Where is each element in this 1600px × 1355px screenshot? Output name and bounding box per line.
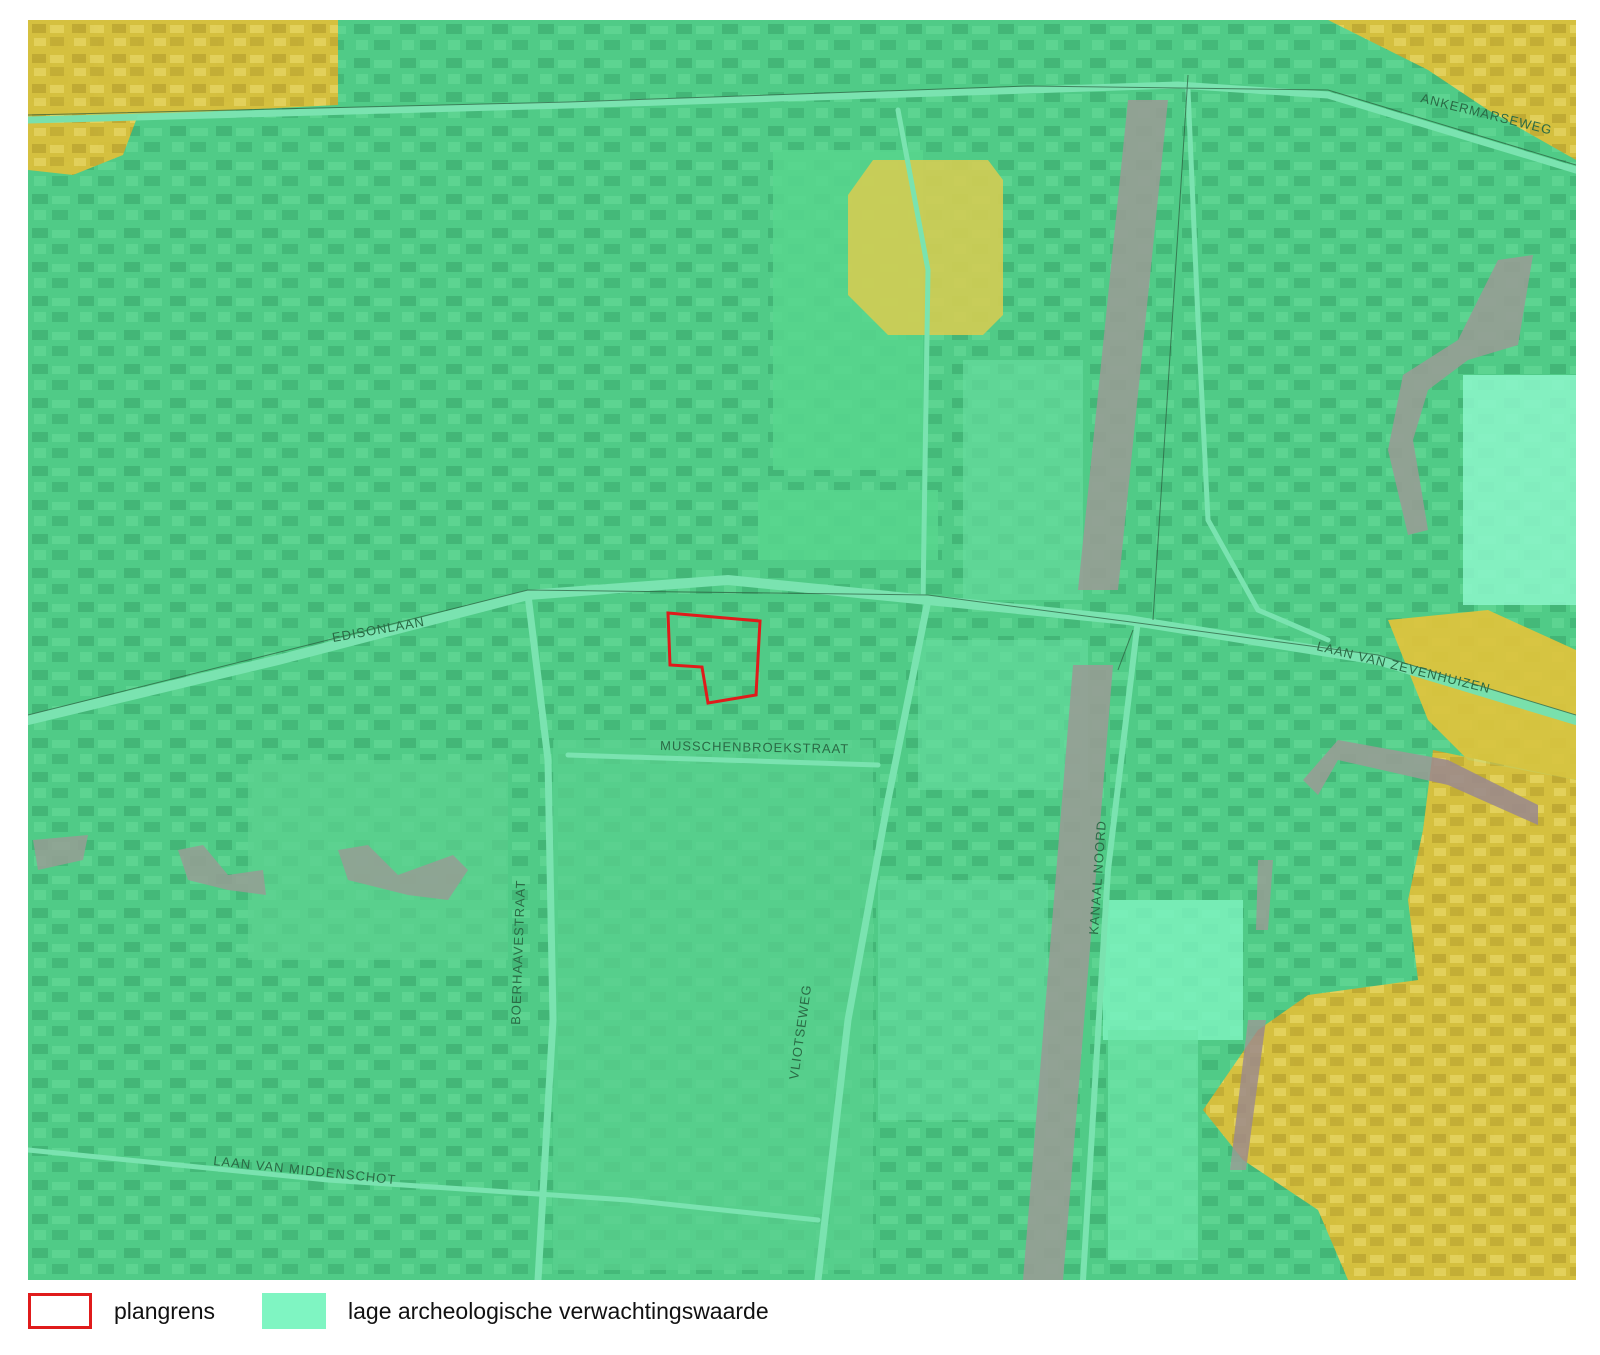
map-canvas: ANKERMARSEWEG EDISONLAAN LAAN VAN ZEVENH… — [28, 20, 1576, 1280]
legend-swatch-low-expectation — [262, 1293, 326, 1329]
legend-label-plangrens: plangrens — [114, 1298, 216, 1324]
legend-label-low-expectation: lage archeologische verwachtingswaarde — [348, 1298, 769, 1324]
legend: plangrens lage archeologische verwachtin… — [28, 1293, 1568, 1333]
legend-swatch-plangrens — [28, 1293, 92, 1329]
map[interactable]: ANKERMARSEWEG EDISONLAAN LAAN VAN ZEVENH… — [28, 20, 1576, 1280]
